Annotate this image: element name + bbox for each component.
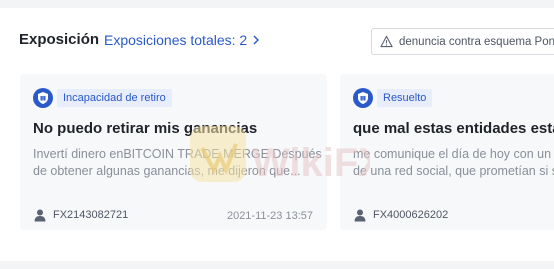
card-footer-user: FX4000626202: [353, 208, 448, 222]
user-icon: [354, 209, 366, 222]
user-id: FX4000626202: [373, 209, 449, 221]
card-description: Invertí dinero enBITCOIN TRADE MERGE Des…: [33, 147, 322, 178]
card-footer-user: FX2143082721: [33, 208, 128, 222]
exposure-card-list: Incapacidad de retiro No puedo retirar m…: [0, 74, 554, 234]
card-description-line: de una red social, que prometían si s: [353, 164, 554, 178]
status-badge: Resuelto: [377, 89, 433, 107]
card-title: que mal estas entidades estag: [353, 120, 554, 137]
status-badge: Incapacidad de retiro: [57, 89, 172, 107]
card-date: 2021-11-23 13:57: [226, 210, 313, 222]
exposure-panel: Exposición Exposiciones totales: 2 denun…: [0, 8, 554, 261]
card-badge-row: Resuelto: [353, 88, 433, 108]
user-icon: [34, 209, 46, 222]
card-badge-row: Incapacidad de retiro: [33, 88, 172, 108]
total-exposures-label: Exposiciones totales: 2: [104, 32, 248, 48]
exposure-card[interactable]: Incapacidad de retiro No puedo retirar m…: [20, 74, 327, 230]
section-title: Exposición: [19, 31, 100, 48]
bottom-spacer: [0, 261, 554, 269]
panel-header: Exposición Exposiciones totales: 2 denun…: [0, 8, 554, 70]
shield-icon: [353, 88, 373, 108]
user-id: FX2143082721: [53, 209, 129, 221]
card-description: me comunique el día de hoy con un de una…: [353, 146, 554, 180]
total-exposures-link[interactable]: Exposiciones totales: 2: [104, 32, 261, 48]
report-ponzi-button[interactable]: denuncia contra esquema Ponzi: [371, 28, 554, 55]
warning-icon: [380, 35, 393, 48]
shield-icon: [33, 88, 53, 108]
top-spacer: [0, 0, 554, 8]
report-button-label: denuncia contra esquema Ponzi: [399, 35, 554, 48]
exposure-card[interactable]: Resuelto que mal estas entidades estag m…: [340, 74, 554, 230]
card-description-line: me comunique el día de hoy con un: [353, 147, 552, 161]
chevron-right-icon: [253, 35, 260, 45]
card-title: No puedo retirar mis ganancias: [33, 120, 258, 137]
